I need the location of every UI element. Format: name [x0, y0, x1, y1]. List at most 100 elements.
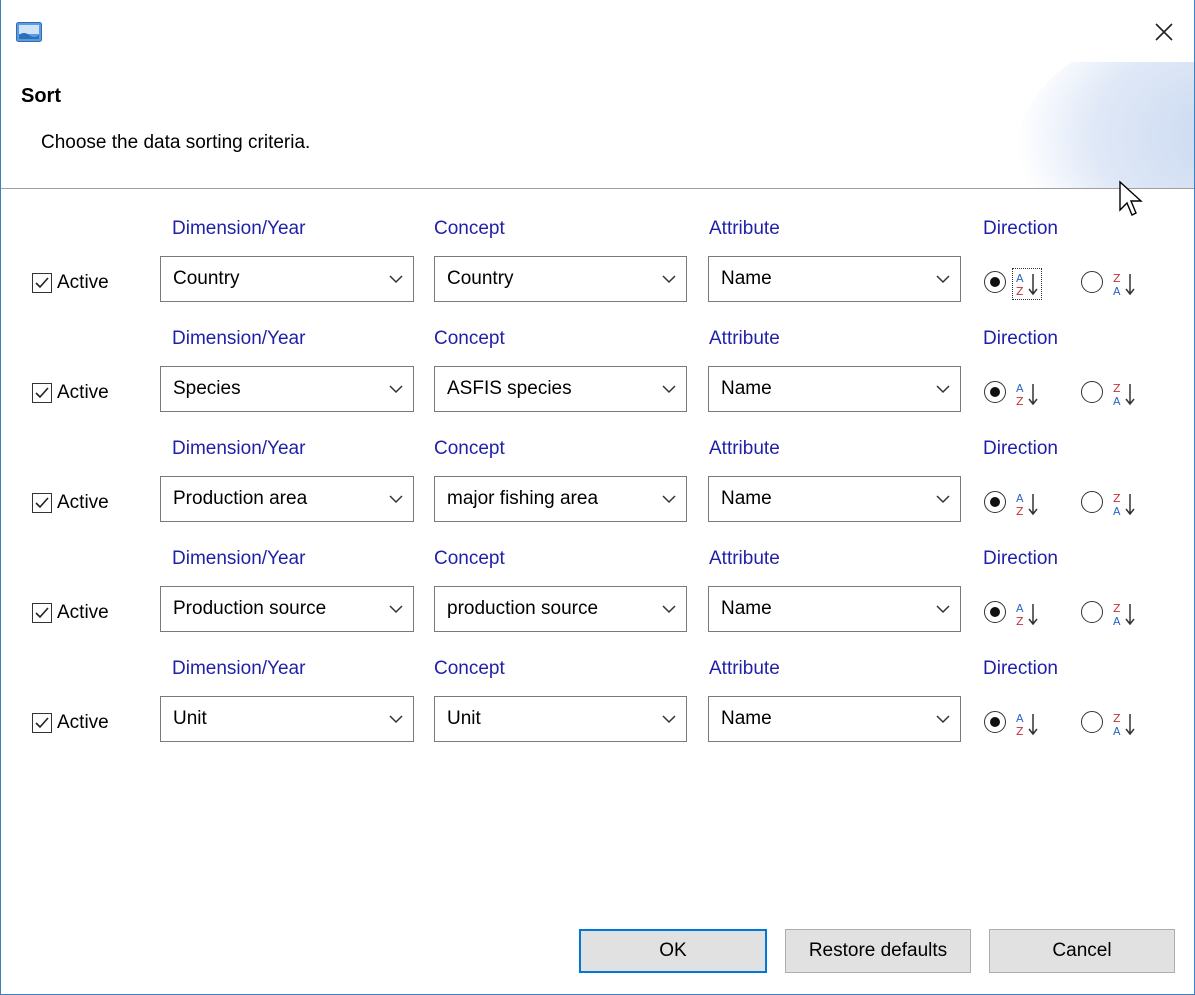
- sort-ascending-icon: AZ: [1016, 382, 1038, 408]
- checkbox-box[interactable]: [32, 383, 52, 403]
- concept-value: production source: [447, 598, 599, 619]
- direction-column-label: Direction: [983, 328, 1058, 349]
- chevron-down-icon: [389, 715, 403, 724]
- concept-select[interactable]: Country: [434, 256, 687, 302]
- dimension-select[interactable]: Production source: [160, 586, 414, 632]
- svg-text:Z: Z: [1113, 712, 1121, 725]
- descending-radio[interactable]: [1081, 381, 1103, 403]
- active-label: Active: [57, 382, 109, 403]
- ascending-radio[interactable]: [984, 711, 1006, 733]
- dimension-value: Country: [173, 268, 240, 289]
- concept-column-label: Concept: [434, 438, 505, 459]
- checkmark-icon: [35, 387, 49, 399]
- chevron-down-icon: [389, 385, 403, 394]
- descending-radio[interactable]: [1081, 271, 1103, 293]
- svg-text:Z: Z: [1113, 602, 1121, 615]
- chevron-down-icon: [936, 275, 950, 284]
- chevron-down-icon: [389, 605, 403, 614]
- concept-select[interactable]: production source: [434, 586, 687, 632]
- ok-button[interactable]: OK: [579, 929, 767, 973]
- dimension-column-label: Dimension/Year: [172, 658, 306, 679]
- concept-select[interactable]: major fishing area: [434, 476, 687, 522]
- sort-ascending-icon: AZ: [1016, 602, 1038, 628]
- svg-text:A: A: [1016, 602, 1024, 615]
- sort-ascending-icon: AZ: [1012, 268, 1042, 300]
- checkbox-box[interactable]: [32, 273, 52, 293]
- chevron-down-icon: [936, 715, 950, 724]
- attribute-value: Name: [721, 268, 772, 289]
- chevron-down-icon: [662, 385, 676, 394]
- dimension-column-label: Dimension/Year: [172, 218, 306, 239]
- active-checkbox[interactable]: Active: [32, 491, 109, 515]
- attribute-select[interactable]: Name: [708, 256, 961, 302]
- sort-descending-icon: ZA: [1113, 712, 1135, 738]
- attribute-select[interactable]: Name: [708, 696, 961, 742]
- chevron-down-icon: [662, 605, 676, 614]
- checkbox-box[interactable]: [32, 603, 52, 623]
- attribute-select[interactable]: Name: [708, 586, 961, 632]
- checkbox-box[interactable]: [32, 713, 52, 733]
- dimension-select[interactable]: Production area: [160, 476, 414, 522]
- ascending-radio[interactable]: [984, 381, 1006, 403]
- attribute-value: Name: [721, 708, 772, 729]
- ascending-radio[interactable]: [984, 601, 1006, 623]
- checkmark-icon: [35, 717, 49, 729]
- concept-value: Unit: [447, 708, 481, 729]
- dimension-value: Production area: [173, 488, 308, 509]
- checkmark-icon: [35, 277, 49, 289]
- ascending-radio[interactable]: [984, 491, 1006, 513]
- svg-text:Z: Z: [1016, 505, 1024, 518]
- svg-text:Z: Z: [1113, 492, 1121, 505]
- active-label: Active: [57, 602, 109, 623]
- dialog-header: Sort Choose the data sorting criteria.: [1, 62, 1194, 189]
- concept-value: major fishing area: [447, 488, 599, 509]
- attribute-value: Name: [721, 488, 772, 509]
- dimension-select[interactable]: Unit: [160, 696, 414, 742]
- active-checkbox[interactable]: Active: [32, 601, 109, 625]
- active-checkbox[interactable]: Active: [32, 711, 109, 735]
- sort-ascending-icon: AZ: [1016, 492, 1038, 518]
- dimension-select[interactable]: Country: [160, 256, 414, 302]
- svg-text:A: A: [1113, 615, 1121, 628]
- dimension-select[interactable]: Species: [160, 366, 414, 412]
- direction-column-label: Direction: [983, 438, 1058, 459]
- cancel-button[interactable]: Cancel: [989, 929, 1175, 973]
- attribute-select[interactable]: Name: [708, 476, 961, 522]
- radio-dot: [989, 276, 1000, 287]
- attribute-column-label: Attribute: [709, 218, 780, 239]
- checkbox-box[interactable]: [32, 493, 52, 513]
- dimension-value: Unit: [173, 708, 207, 729]
- close-icon: [1155, 23, 1173, 41]
- dimension-value: Species: [173, 378, 241, 399]
- attribute-column-label: Attribute: [709, 438, 780, 459]
- active-checkbox[interactable]: Active: [32, 271, 109, 295]
- attribute-select[interactable]: Name: [708, 366, 961, 412]
- concept-select[interactable]: ASFIS species: [434, 366, 687, 412]
- descending-radio[interactable]: [1081, 491, 1103, 513]
- close-button[interactable]: [1148, 16, 1180, 48]
- sort-criteria-row: Dimension/Year Concept Attribute Direction A…: [1, 328, 1194, 428]
- sort-descending-icon: ZA: [1113, 602, 1135, 628]
- sort-ascending-icon: AZ: [1016, 712, 1038, 738]
- concept-select[interactable]: Unit: [434, 696, 687, 742]
- sort-descending-icon: ZA: [1113, 492, 1135, 518]
- sort-dialog: Sort Choose the data sorting criteria. D…: [0, 0, 1195, 995]
- svg-text:A: A: [1113, 395, 1121, 408]
- restore-defaults-button[interactable]: Restore defaults: [785, 929, 971, 973]
- chevron-down-icon: [936, 605, 950, 614]
- chevron-down-icon: [662, 275, 676, 284]
- svg-text:Z: Z: [1016, 725, 1024, 738]
- svg-text:Z: Z: [1016, 285, 1024, 298]
- descending-radio[interactable]: [1081, 711, 1103, 733]
- sort-criteria-row: Dimension/Year Concept Attribute Direction A…: [1, 658, 1194, 758]
- descending-radio[interactable]: [1081, 601, 1103, 623]
- radio-dot: [989, 496, 1000, 507]
- svg-text:Z: Z: [1016, 395, 1024, 408]
- checkmark-icon: [35, 607, 49, 619]
- attribute-column-label: Attribute: [709, 658, 780, 679]
- concept-column-label: Concept: [434, 218, 505, 239]
- attribute-column-label: Attribute: [709, 548, 780, 569]
- header-decoration: [1014, 62, 1194, 188]
- active-checkbox[interactable]: Active: [32, 381, 109, 405]
- ascending-radio[interactable]: [984, 271, 1006, 293]
